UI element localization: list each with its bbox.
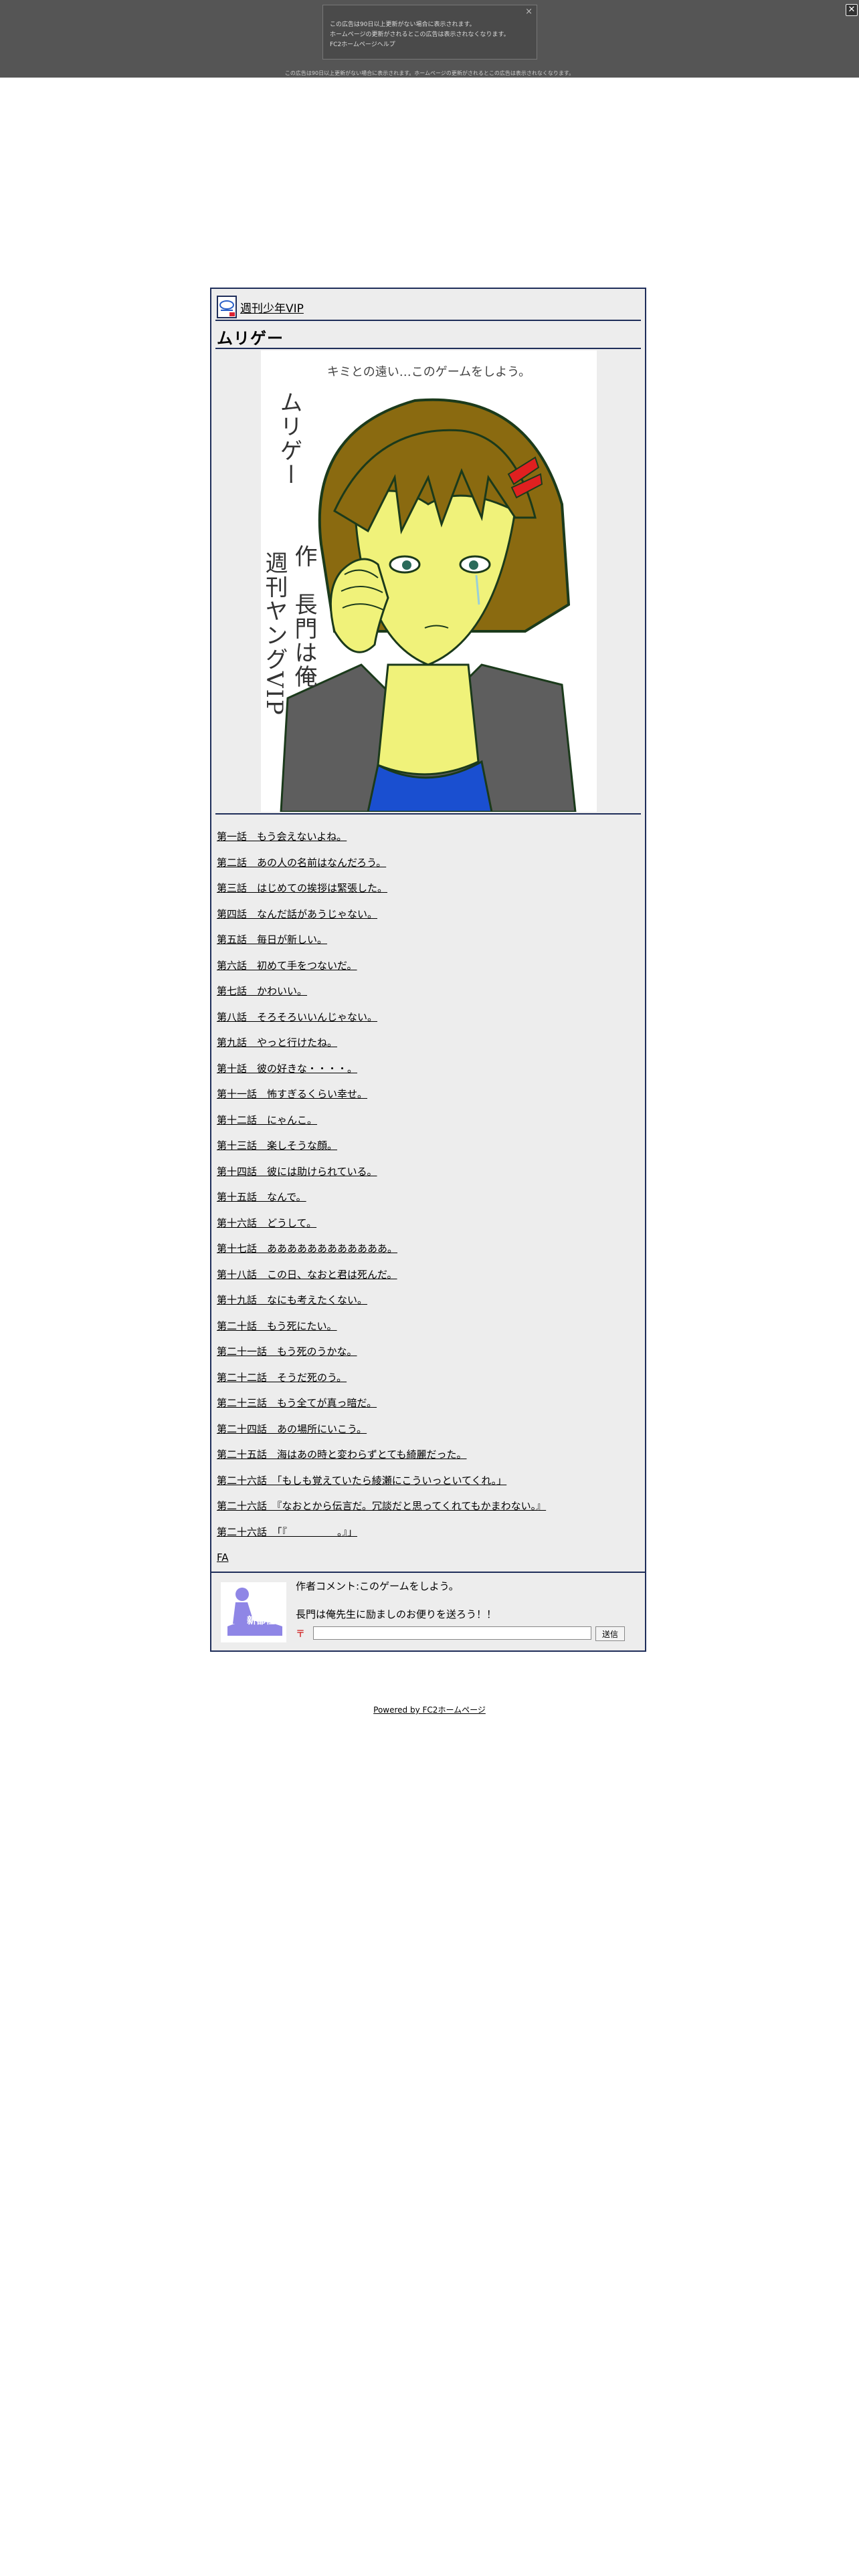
ad-banner: × この広告は90日以上更新がない場合に表示されます。 ホームページの更新がされ… — [0, 0, 859, 78]
cheer-message-input[interactable] — [313, 1626, 591, 1640]
page-title: ムリゲー — [217, 329, 284, 348]
author-comment: 作者コメント:このゲームをしよう。 — [296, 1580, 459, 1592]
cover-title-vertical: ムリゲー — [276, 391, 302, 487]
ad-notice-text: この広告は90日以上更新がない場合に表示されます。 ホームページの更新がされると… — [330, 20, 524, 50]
chapter-link[interactable]: 第十二話 にゃんこ。 — [217, 1107, 638, 1134]
chapter-link[interactable]: 第六話 初めて手をつないだ。 — [217, 953, 638, 979]
publisher-logo-text: 新都社 — [247, 1615, 275, 1626]
cover-magazine-vertical: 週刊ヤングVIP — [261, 551, 288, 716]
ad-notice-line: ホームページの更新がされるとこの広告は表示されなくなります。 — [330, 31, 510, 38]
cover-caption: キミとの遠い…このゲームをしよう。 — [326, 365, 531, 379]
cheer-message: 長門は俺先生に励ましのお便りを送ろう！！ — [296, 1608, 497, 1620]
chapter-link[interactable]: 第八話 そろそろいいんじゃない。 — [217, 1004, 638, 1031]
chapter-link[interactable]: 第十五話 なんで。 — [217, 1184, 638, 1210]
chapter-link[interactable]: 第二十四話 あの場所にいこう。 — [217, 1416, 638, 1442]
header-divider — [215, 320, 641, 321]
chapter-link[interactable]: 第四話 なんだ話があうじゃない。 — [217, 901, 638, 928]
powered-by-link[interactable]: Powered by FC2ホームページ — [373, 1705, 486, 1715]
chapter-link[interactable]: 第五話 毎日が新しい。 — [217, 927, 638, 953]
cover-divider — [215, 813, 641, 815]
chapter-link[interactable]: 第十七話 ああああああああああああ。 — [217, 1236, 638, 1262]
chapter-link[interactable]: 第二十六話 「もしも覚えていたら綾瀬にこういっといてくれ。」 — [217, 1468, 638, 1494]
chapter-link[interactable]: 第二十三話 もう全てが真っ暗だ。 — [217, 1390, 638, 1416]
ad-notice-box: × この広告は90日以上更新がない場合に表示されます。 ホームページの更新がされ… — [322, 5, 537, 60]
chapter-list: 第一話 もう会えないよね。 第二話 あの人の名前はなんだろう。 第三話 はじめての挨… — [217, 824, 638, 1596]
ad-notice-line[interactable]: FC2ホームページヘルプ — [330, 40, 524, 50]
chapter-link[interactable]: 第一話 もう会えないよね。 — [217, 824, 638, 850]
chapter-link[interactable]: FA — [217, 1545, 638, 1571]
site-home-link[interactable]: 週刊少年VIP — [240, 299, 304, 316]
comment-box: 新都社 作者コメント:このゲームをしよう。 長門は俺先生に励ましのお便りを送ろう… — [210, 1572, 646, 1652]
main-panel: 週刊少年VIP ムリゲー キミとの遠い…このゲームをしよう。 ムリゲー 作 長門… — [210, 288, 646, 1604]
mail-icon: 〒 — [296, 1629, 305, 1640]
chapter-link[interactable]: 第十八話 この日、なおと君は死んだ。 — [217, 1262, 638, 1288]
chapter-link[interactable]: 第十一話 怖すぎるくらい幸せ。 — [217, 1081, 638, 1107]
publisher-logo-icon: 新都社 — [221, 1582, 286, 1642]
chapter-link[interactable]: 第二十一話 もう死のうかな。 — [217, 1339, 638, 1365]
ad-notice-line: この広告は90日以上更新がない場合に表示されます。 — [330, 21, 476, 28]
chapter-link[interactable]: 第二十二話 そうだ死のう。 — [217, 1365, 638, 1391]
chapter-link[interactable]: 第二十五話 海はあの時と変わらずとても綺麗だった。 — [217, 1442, 638, 1468]
chapter-link[interactable]: 第十九話 なにも考えたくない。 — [217, 1287, 638, 1313]
chapter-link[interactable]: 第十話 彼の好きな・・・・。 — [217, 1056, 638, 1082]
chapter-link[interactable]: 第七話 かわいい。 — [217, 978, 638, 1004]
chapter-link[interactable]: 第二十話 もう死にたい。 — [217, 1313, 638, 1339]
title-divider — [215, 348, 641, 349]
chapter-link[interactable]: 第二話 あの人の名前はなんだろう。 — [217, 850, 638, 876]
site-header: 週刊少年VIP — [217, 294, 304, 320]
corner-close-icon[interactable]: ✕ — [846, 4, 858, 16]
cover-image: キミとの遠い…このゲームをしよう。 ムリゲー 作 長門は俺 週刊ヤングVIP — [261, 350, 597, 812]
chapter-link[interactable]: 第十四話 彼には助けられている。 — [217, 1159, 638, 1185]
cover-author-vertical: 作 長門は俺 — [290, 544, 317, 689]
chapter-link[interactable]: 第十六話 どうして。 — [217, 1210, 638, 1237]
site-logo-icon — [217, 296, 237, 318]
chapter-link[interactable]: 第三話 はじめての挨拶は緊張した。 — [217, 875, 638, 901]
ad-caption: この広告は90日以上更新がない場合に表示されます。ホームページの更新がされるとこ… — [284, 70, 575, 76]
chapter-link[interactable]: 第九話 やっと行けたね。 — [217, 1030, 638, 1056]
footer: Powered by FC2ホームページ — [0, 1704, 859, 1715]
chapter-link[interactable]: 第二十六話 『なおとから伝言だ。冗談だと思ってくれてもかまわない。』 — [217, 1493, 638, 1519]
send-button[interactable]: 送信 — [595, 1626, 625, 1641]
notice-close-icon[interactable]: × — [525, 7, 533, 17]
chapter-link[interactable]: 第二十六話 「『 。』」 — [217, 1519, 638, 1545]
chapter-link[interactable]: 第十三話 楽しそうな顔。 — [217, 1133, 638, 1159]
